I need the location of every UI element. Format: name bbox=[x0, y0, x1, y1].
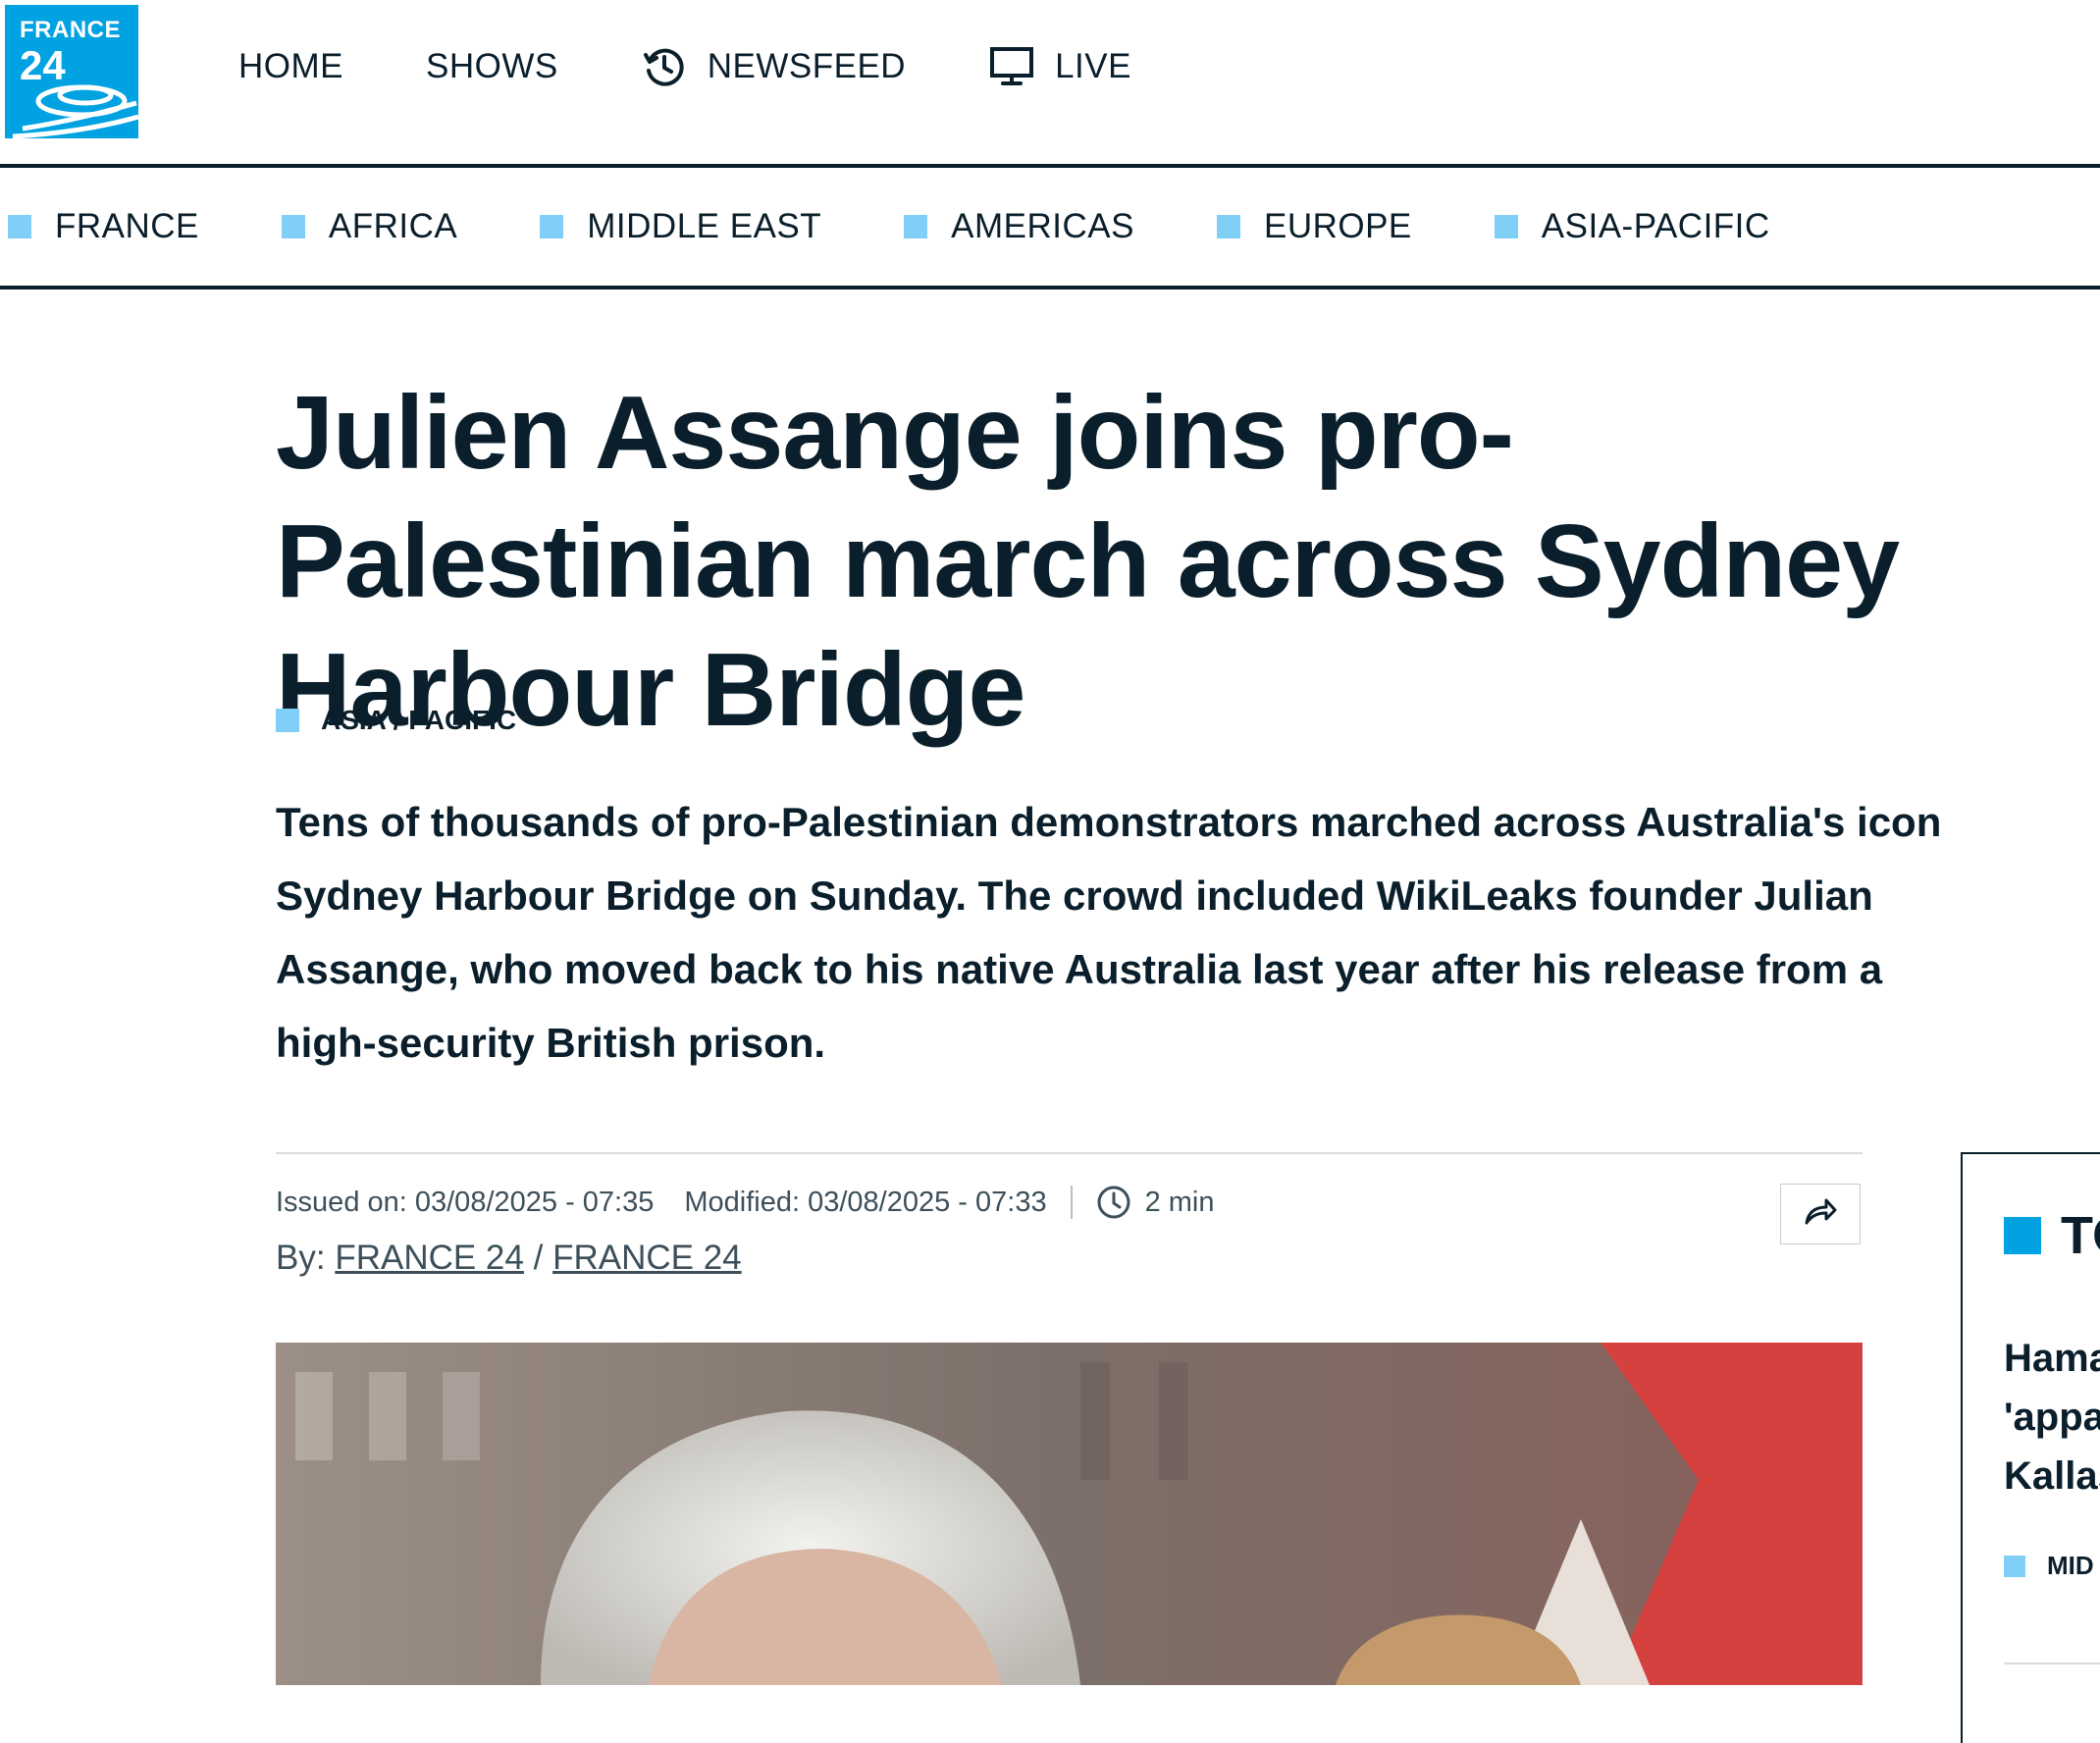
logo-waves-icon bbox=[12, 84, 138, 138]
region-africa[interactable]: AFRICA bbox=[281, 207, 458, 246]
region-label: EUROPE bbox=[1263, 207, 1412, 245]
nav-newsfeed-label: NEWSFEED bbox=[707, 47, 907, 85]
region-middle-east[interactable]: MIDDLE EAST bbox=[540, 207, 821, 246]
region-label: AFRICA bbox=[328, 207, 458, 245]
clock-icon bbox=[1096, 1185, 1131, 1220]
nav-home[interactable]: HOME bbox=[238, 47, 343, 86]
nav-shows-label: SHOWS bbox=[426, 47, 558, 85]
region-square-icon bbox=[1494, 215, 1518, 238]
main-nav: HOME SHOWS NEWSFEED LIVE bbox=[238, 43, 1214, 90]
sidebar-story-link[interactable]: Hama 'appa Kallas bbox=[2004, 1329, 2100, 1505]
byline: By: FRANCE 24 / FRANCE 24 bbox=[276, 1239, 742, 1278]
region-asia-pacific[interactable]: ASIA-PACIFIC bbox=[1494, 207, 1770, 246]
headline-line: Harbour Bridge bbox=[276, 632, 1025, 749]
author-link[interactable]: FRANCE 24 bbox=[335, 1239, 524, 1277]
sidebar-divider bbox=[2004, 1663, 2100, 1664]
region-square-icon bbox=[8, 215, 31, 238]
meta-divider bbox=[276, 1152, 1863, 1154]
nav-newsfeed[interactable]: NEWSFEED bbox=[641, 43, 906, 90]
article-headline: Julien Assange joins pro- Palestinian ma… bbox=[276, 369, 2100, 755]
region-square-icon bbox=[904, 215, 928, 238]
article-category-label: ASIA / PACIFIC bbox=[321, 705, 517, 735]
meta-separator bbox=[1070, 1186, 1073, 1219]
byline-prefix: By: bbox=[276, 1239, 326, 1277]
share-button[interactable] bbox=[1780, 1184, 1861, 1244]
region-france[interactable]: FRANCE bbox=[8, 207, 199, 246]
region-label: AMERICAS bbox=[951, 207, 1134, 245]
region-label: FRANCE bbox=[55, 207, 199, 245]
history-clock-icon bbox=[641, 43, 688, 90]
sidebar-story-tag-label: MID bbox=[2047, 1551, 2094, 1580]
author-link[interactable]: FRANCE 24 bbox=[552, 1239, 742, 1277]
lede-line: Tens of thousands of pro-Palestinian dem… bbox=[276, 799, 1942, 845]
sidebar-story-line: Kallas bbox=[2004, 1454, 2100, 1498]
read-time: 2 min bbox=[1144, 1186, 1215, 1218]
region-square-icon bbox=[281, 215, 305, 238]
headline-line: Julien Assange joins pro- bbox=[276, 375, 1514, 492]
sidebar-story-tag[interactable]: MID bbox=[2004, 1551, 2094, 1581]
issued-date: Issued on: 03/08/2025 - 07:35 bbox=[276, 1186, 655, 1218]
sidebar-heading-label: TO bbox=[2061, 1206, 2100, 1265]
region-square-icon bbox=[540, 215, 564, 238]
category-square-icon bbox=[276, 709, 299, 732]
article-dates: Issued on: 03/08/2025 - 07:35 Modified: … bbox=[276, 1185, 1215, 1220]
sidebar-story-line: Hama bbox=[2004, 1337, 2100, 1380]
nav-home-label: HOME bbox=[238, 47, 343, 85]
sidebar-heading: TO bbox=[2004, 1205, 2100, 1266]
author-separator: / bbox=[533, 1239, 544, 1277]
modified-date: Modified: 03/08/2025 - 07:33 bbox=[684, 1186, 1047, 1218]
headline-line: Palestinian march across Sydney bbox=[276, 503, 1900, 620]
tag-square-icon bbox=[2004, 1555, 2025, 1577]
sidebar-story-line: 'appa bbox=[2004, 1396, 2100, 1439]
tv-monitor-icon bbox=[988, 45, 1035, 88]
region-americas[interactable]: AMERICAS bbox=[904, 207, 1134, 246]
region-nav-divider bbox=[0, 286, 2100, 290]
lede-line: Sydney Harbour Bridge on Sunday. The cro… bbox=[276, 872, 1873, 919]
region-square-icon bbox=[1216, 215, 1240, 238]
region-label: ASIA-PACIFIC bbox=[1541, 207, 1770, 245]
region-nav: FRANCE AFRICA MIDDLE EAST AMERICAS EUROP… bbox=[0, 168, 2100, 288]
region-europe[interactable]: EUROPE bbox=[1216, 207, 1412, 246]
article-lede: Tens of thousands of pro-Palestinian dem… bbox=[276, 785, 2100, 1080]
nav-live-label: LIVE bbox=[1055, 47, 1131, 85]
article-hero-photo bbox=[276, 1343, 1863, 1685]
article-category-link[interactable]: ASIA / PACIFIC bbox=[276, 705, 516, 736]
top-stories-sidebar: TO Hama 'appa Kallas MID bbox=[1961, 1152, 2100, 1743]
france24-logo[interactable]: FRANCE 24 bbox=[5, 5, 138, 138]
region-label: MIDDLE EAST bbox=[587, 207, 822, 245]
lede-line: Assange, who moved back to his native Au… bbox=[276, 946, 1883, 992]
nav-shows[interactable]: SHOWS bbox=[426, 47, 558, 86]
nav-live[interactable]: LIVE bbox=[988, 45, 1131, 88]
top-header: FRANCE 24 HOME SHOWS NEWSFEED LIVE bbox=[0, 0, 2100, 164]
sidebar-square-icon bbox=[2004, 1217, 2041, 1254]
share-arrow-icon bbox=[1803, 1197, 1838, 1232]
lede-line: high-security British prison. bbox=[276, 1020, 826, 1066]
